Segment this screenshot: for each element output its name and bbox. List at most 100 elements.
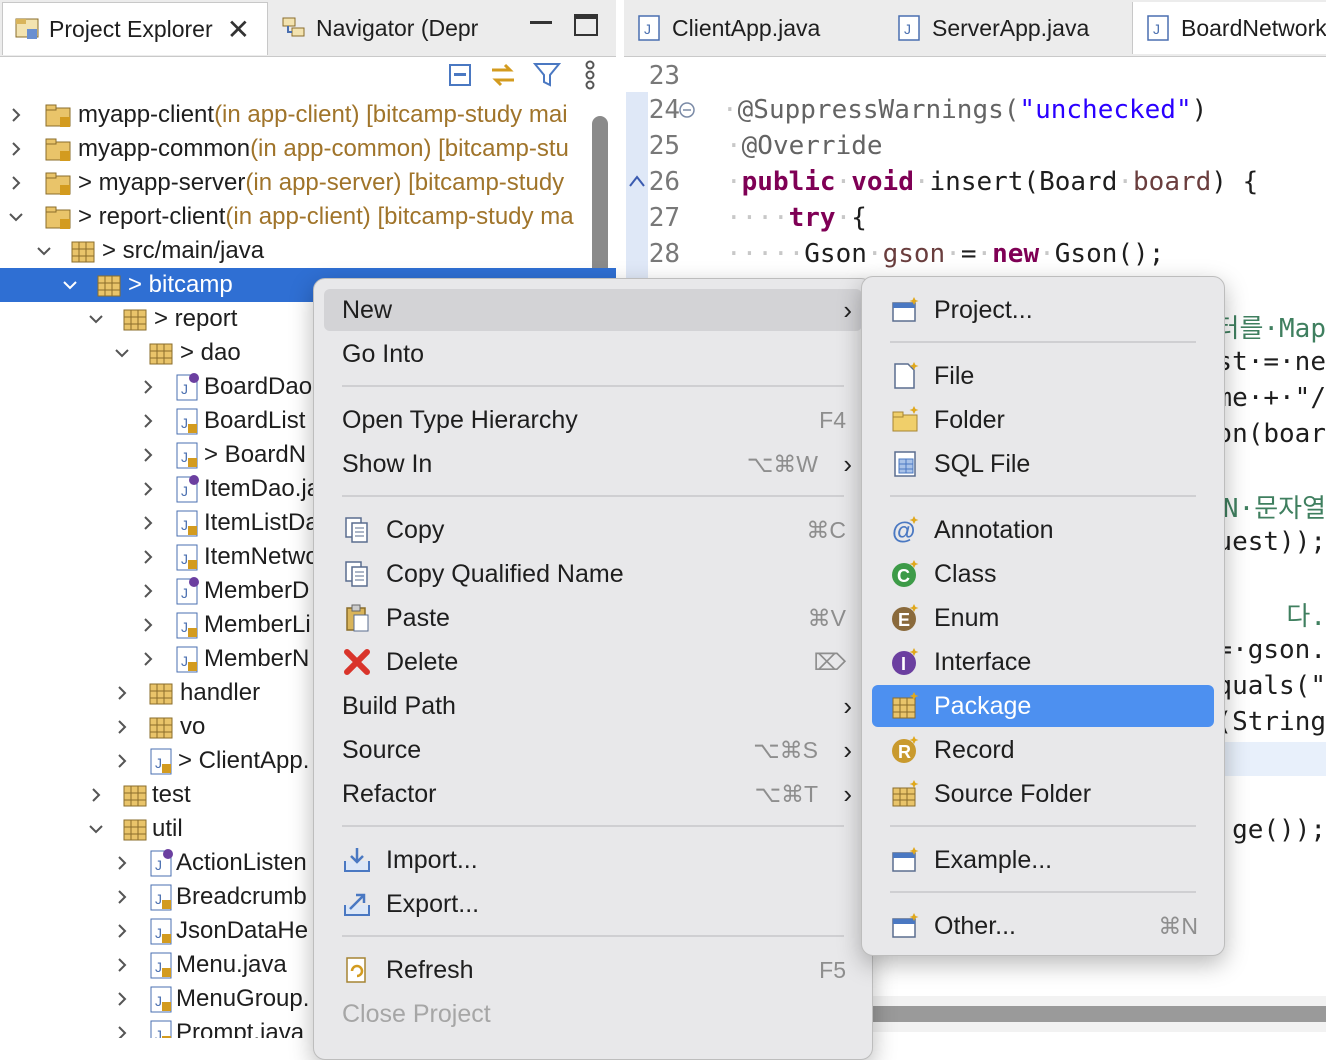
collapse-all-icon[interactable] bbox=[446, 60, 476, 90]
tab-project-explorer[interactable]: Project Explorer ✕ bbox=[2, 2, 268, 55]
menu-item-refresh[interactable]: Refresh F5 bbox=[324, 949, 862, 991]
submenu-item-annotation[interactable]: @ Annotation bbox=[872, 509, 1214, 551]
chevron-right-icon[interactable] bbox=[140, 379, 156, 395]
chevron-right-icon[interactable] bbox=[114, 923, 130, 939]
menu-item-export[interactable]: Export... bbox=[324, 883, 862, 925]
chevron-right-icon[interactable] bbox=[114, 957, 130, 973]
menu-item-show-in[interactable]: Show In ⌥⌘W › bbox=[324, 443, 862, 485]
example-icon bbox=[892, 847, 919, 872]
tree-item-myapp-client[interactable]: myapp-client (in app-client) [bitcamp-st… bbox=[0, 98, 616, 132]
tree-item-label: ItemDao.ja bbox=[204, 475, 321, 502]
chevron-down-icon[interactable] bbox=[88, 311, 104, 327]
chevron-right-icon[interactable] bbox=[140, 651, 156, 667]
menu-shortcut: ⌘N bbox=[1158, 912, 1198, 939]
chevron-right-icon[interactable] bbox=[8, 141, 24, 157]
chevron-right-icon[interactable] bbox=[8, 175, 24, 191]
submenu-item-source-folder[interactable]: Source Folder bbox=[872, 773, 1214, 815]
menu-item-copy-qualified-name[interactable]: Copy Qualified Name bbox=[324, 553, 862, 595]
chevron-right-icon[interactable] bbox=[140, 413, 156, 429]
menu-item-build-path[interactable]: Build Path › bbox=[324, 685, 862, 727]
fold-collapse-icon[interactable] bbox=[678, 101, 696, 119]
annotation: @Override bbox=[741, 131, 883, 161]
menu-item-label: SQL File bbox=[934, 449, 1031, 478]
chevron-right-icon[interactable] bbox=[140, 617, 156, 633]
submenu-item-other[interactable]: Other... ⌘N bbox=[872, 905, 1214, 947]
submenu-item-example[interactable]: Example... bbox=[872, 839, 1214, 881]
annotation-icon: @ bbox=[892, 516, 919, 545]
submenu-item-folder[interactable]: Folder bbox=[872, 399, 1214, 441]
menu-item-import[interactable]: Import... bbox=[324, 839, 862, 881]
chevron-right-icon[interactable] bbox=[114, 719, 130, 735]
menu-item-label: Interface bbox=[934, 647, 1032, 676]
chevron-right-icon[interactable] bbox=[114, 889, 130, 905]
chevron-right-icon[interactable] bbox=[114, 753, 130, 769]
java-file-icon: J bbox=[176, 612, 198, 639]
tree-item-myapp-server[interactable]: > myapp-server (in app-server) [bitcamp-… bbox=[0, 166, 616, 200]
view-menu-icon[interactable] bbox=[580, 60, 600, 90]
tree-item-report-client[interactable]: > report-client (in app-client) [bitcamp… bbox=[0, 200, 616, 234]
svg-text:J: J bbox=[181, 619, 188, 635]
java-file-icon: J bbox=[638, 15, 660, 41]
java-interface-file-icon: J bbox=[176, 577, 199, 605]
submenu-item-enum[interactable]: E Enum bbox=[872, 597, 1214, 639]
chevron-down-icon[interactable] bbox=[114, 345, 130, 361]
chevron-down-icon[interactable] bbox=[8, 209, 24, 225]
tree-item-label: MemberLi bbox=[204, 611, 311, 638]
menu-item-label: Enum bbox=[934, 603, 1000, 632]
menu-item-close-project[interactable]: Close Project bbox=[324, 993, 862, 1035]
menu-shortcut: F5 bbox=[819, 956, 846, 983]
chevron-right-icon[interactable] bbox=[114, 991, 130, 1007]
menu-item-refactor[interactable]: Refactor ⌥⌘T › bbox=[324, 773, 862, 815]
filter-icon[interactable] bbox=[532, 60, 562, 90]
package-icon bbox=[149, 343, 173, 365]
tree-item-suffix: (in app-common) [bitcamp-stu bbox=[250, 135, 569, 162]
horizontal-scrollbar-thumb[interactable] bbox=[872, 1006, 1326, 1022]
chevron-right-icon[interactable] bbox=[114, 685, 130, 701]
submenu-item-package[interactable]: Package bbox=[872, 685, 1214, 727]
submenu-item-sql-file[interactable]: SQL File bbox=[872, 443, 1214, 485]
submenu-item-project[interactable]: Project... bbox=[872, 289, 1214, 331]
code-line-28: 28 ·····Gson·gson·=·new·Gson(); bbox=[624, 236, 1326, 272]
menu-item-copy[interactable]: Copy ⌘C bbox=[324, 509, 862, 551]
menu-item-source[interactable]: Source ⌥⌘S › bbox=[324, 729, 862, 771]
chevron-right-icon[interactable] bbox=[140, 481, 156, 497]
chevron-right-icon[interactable] bbox=[140, 515, 156, 531]
tree-item-myapp-common[interactable]: myapp-common (in app-common) [bitcamp-st… bbox=[0, 132, 616, 166]
chevron-right-icon[interactable] bbox=[140, 583, 156, 599]
chevron-right-icon[interactable] bbox=[88, 787, 104, 803]
maximize-icon[interactable] bbox=[574, 14, 598, 36]
tree-item-label: > myapp-server bbox=[78, 169, 246, 196]
chevron-down-icon[interactable] bbox=[36, 243, 52, 259]
code-token: ) { bbox=[1211, 167, 1259, 197]
tab-clientapp[interactable]: J ClientApp.java bbox=[624, 2, 874, 54]
chevron-right-icon[interactable] bbox=[114, 1025, 130, 1038]
svg-text:@: @ bbox=[892, 518, 915, 545]
link-with-editor-icon[interactable] bbox=[488, 60, 518, 90]
editor-tab-bar: J ClientApp.java J ServerApp.java J Boar… bbox=[624, 0, 1326, 57]
tab-navigator[interactable]: Navigator (Depr bbox=[270, 2, 490, 54]
chevron-right-icon[interactable] bbox=[140, 549, 156, 565]
tab-serverapp[interactable]: J ServerApp.java bbox=[884, 2, 1134, 54]
chevron-right-icon[interactable] bbox=[140, 447, 156, 463]
tab-boardnetwork[interactable]: J BoardNetwork bbox=[1132, 2, 1326, 54]
chevron-down-icon[interactable] bbox=[88, 821, 104, 837]
menu-item-paste[interactable]: Paste ⌘V bbox=[324, 597, 862, 639]
menu-item-delete[interactable]: Delete ⌦ bbox=[324, 641, 862, 683]
close-icon[interactable]: ✕ bbox=[227, 13, 250, 46]
svg-text:J: J bbox=[155, 925, 162, 941]
submenu-item-interface[interactable]: I Interface bbox=[872, 641, 1214, 683]
menu-item-new[interactable]: New › bbox=[324, 289, 862, 331]
submenu-item-file[interactable]: File bbox=[872, 355, 1214, 397]
menu-item-open-type-hierarchy[interactable]: Open Type Hierarchy F4 bbox=[324, 399, 862, 441]
tree-item-src-main-java[interactable]: > src/main/java bbox=[0, 234, 616, 268]
svg-text:J: J bbox=[904, 21, 911, 37]
menu-item-label: Refresh bbox=[386, 955, 474, 984]
menu-item-go-into[interactable]: Go Into bbox=[324, 333, 862, 375]
tree-item-label: test bbox=[152, 781, 191, 808]
minimize-icon[interactable] bbox=[530, 14, 552, 24]
submenu-item-record[interactable]: R Record bbox=[872, 729, 1214, 771]
chevron-right-icon[interactable] bbox=[114, 855, 130, 871]
submenu-item-class[interactable]: C Class bbox=[872, 553, 1214, 595]
chevron-down-icon[interactable] bbox=[62, 277, 78, 293]
chevron-right-icon[interactable] bbox=[8, 107, 24, 123]
